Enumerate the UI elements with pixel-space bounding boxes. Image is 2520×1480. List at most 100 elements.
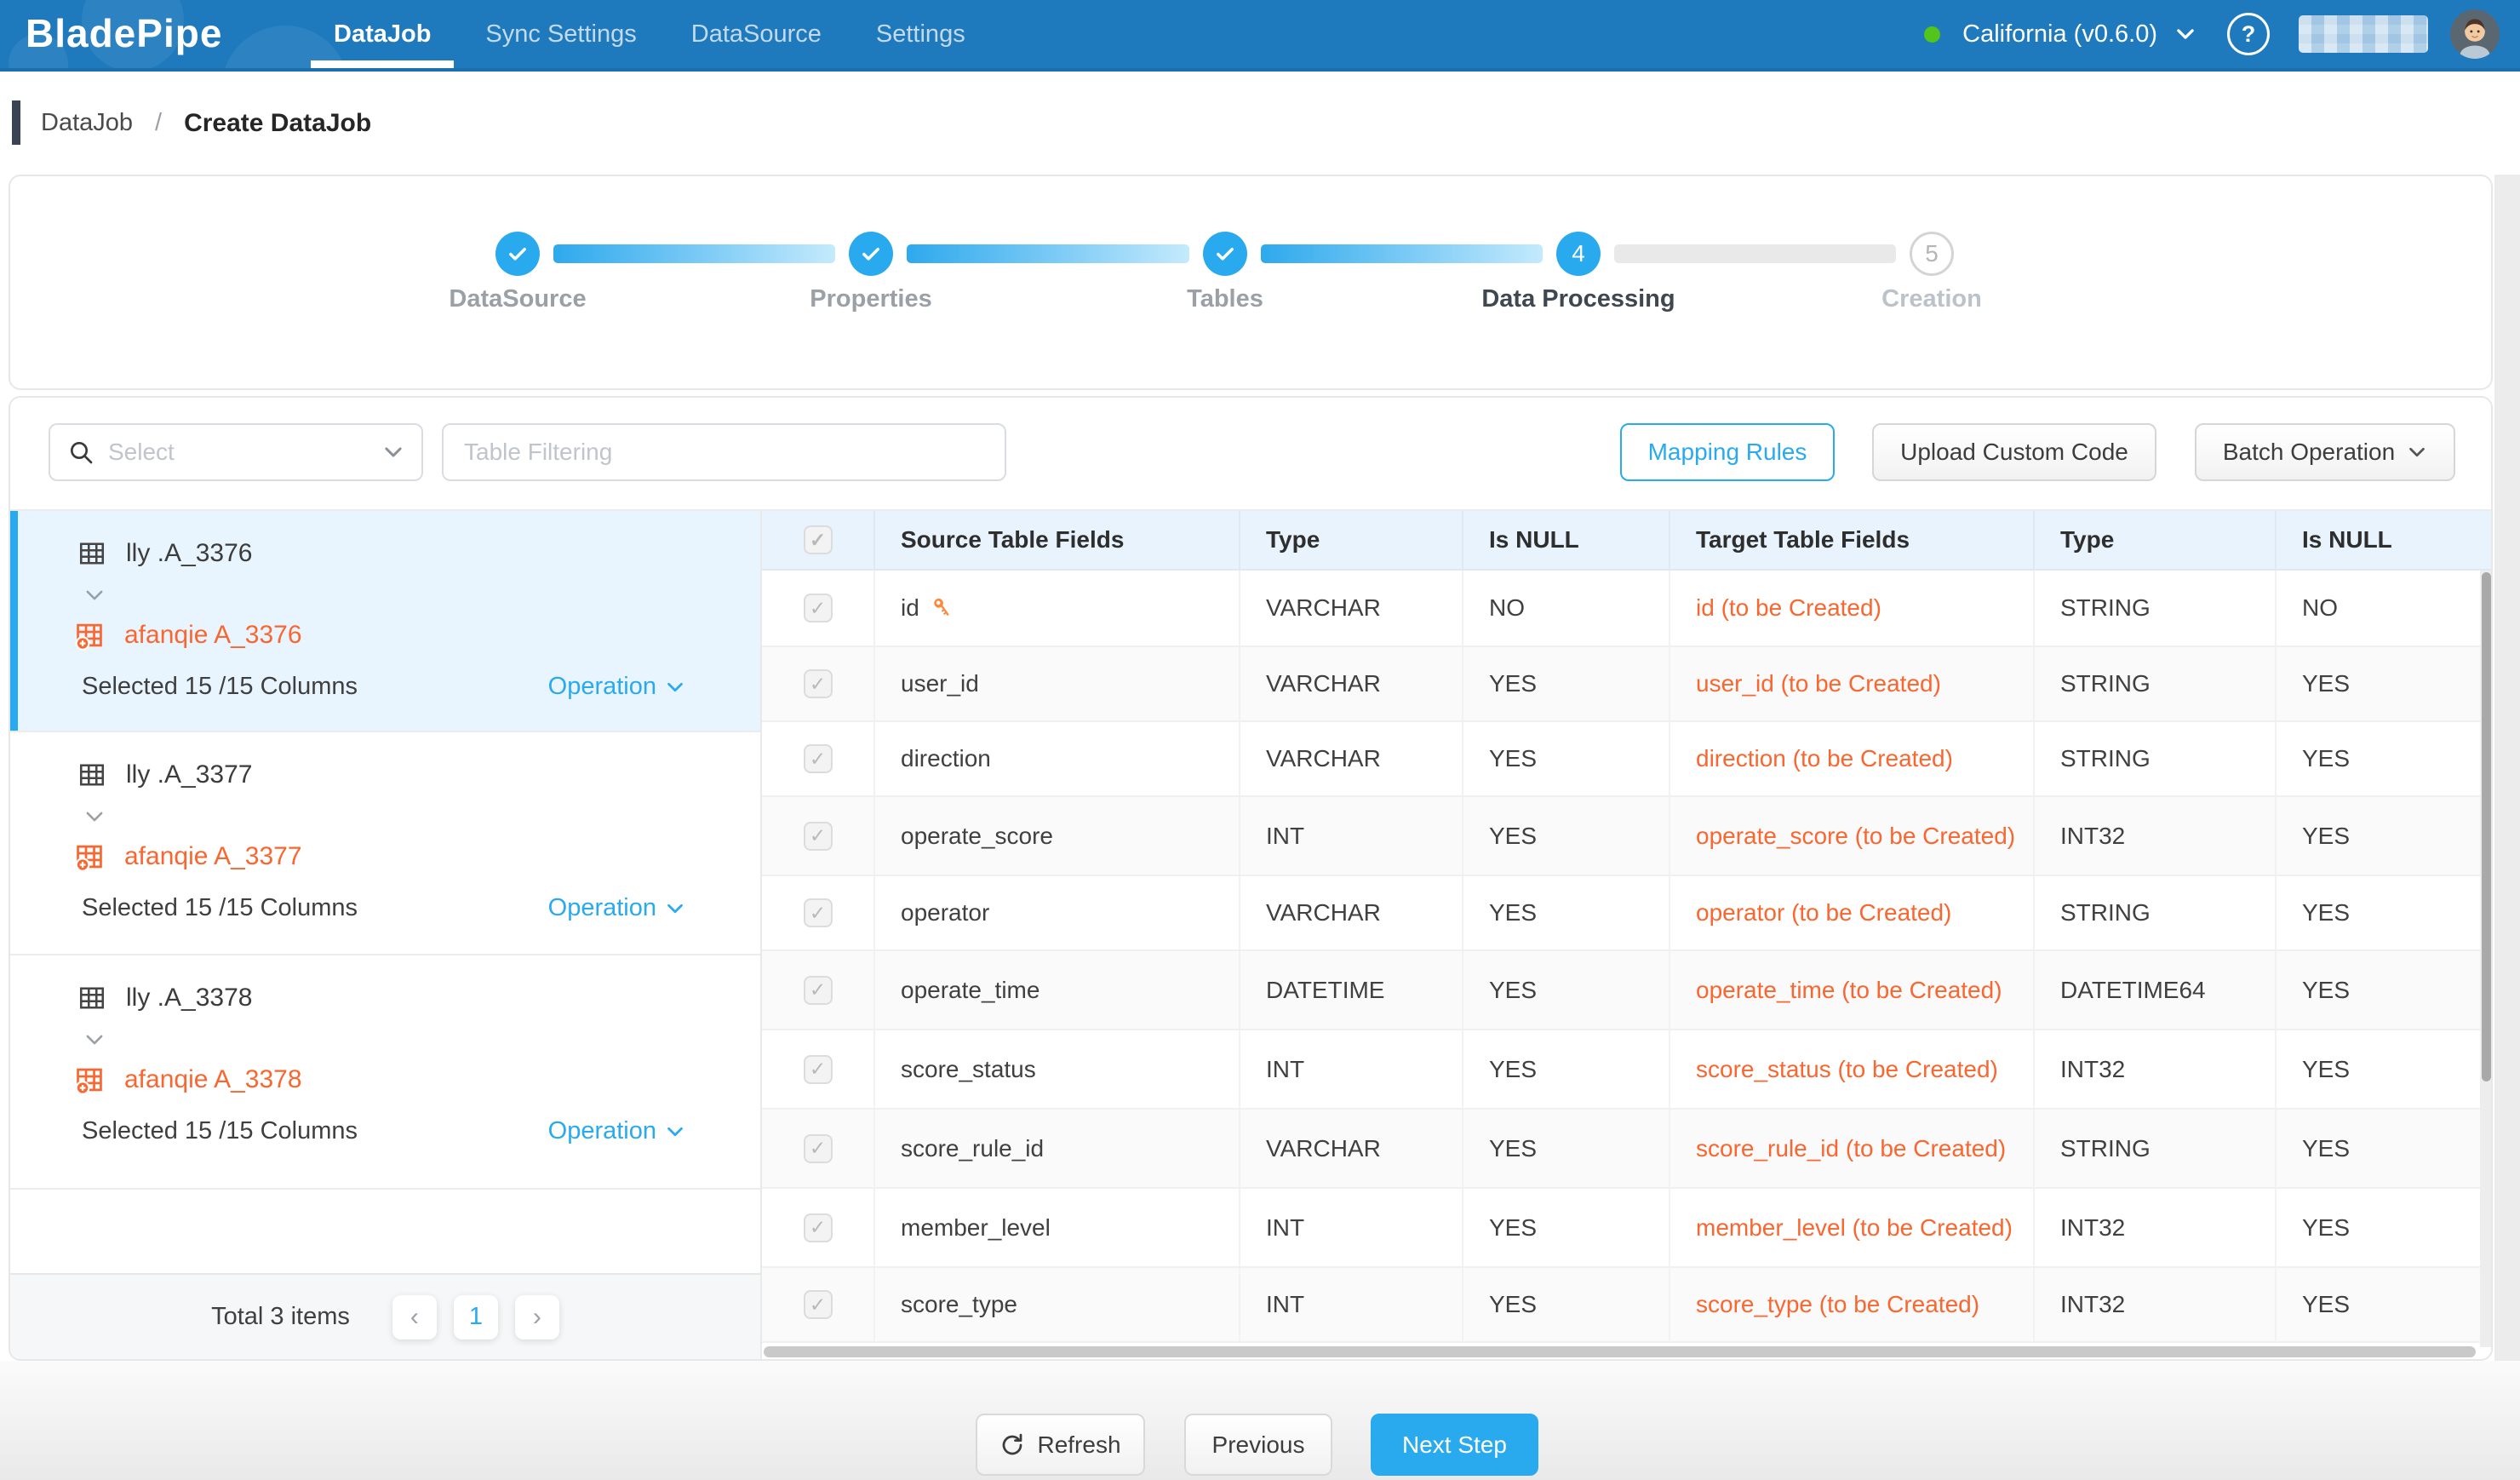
next-step-label: Next Step (1402, 1431, 1507, 1459)
source-isnull-cell: YES (1463, 1030, 1670, 1108)
item-meta-row: Selected 15 /15 Columns Operation (82, 894, 685, 922)
previous-label: Previous (1212, 1431, 1305, 1459)
row-select-cell: ✓ (762, 722, 875, 795)
step-label-tables: Tables (1046, 285, 1404, 313)
table-list-item[interactable]: lly .A_3376 afanqie A_3376 Selected 15 /… (10, 511, 760, 732)
chevron-down-icon[interactable] (2174, 23, 2196, 45)
target-isnull-cell: YES (2277, 1189, 2493, 1266)
horizontal-scrollbar-thumb[interactable] (764, 1346, 2476, 1357)
table-list-item[interactable]: lly .A_3378 afanqie A_3378 Selected 15 /… (10, 955, 760, 1190)
table-select-dropdown[interactable]: Select (49, 423, 423, 481)
row-checkbox[interactable]: ✓ (804, 744, 833, 773)
upload-custom-code-button[interactable]: Upload Custom Code (1872, 423, 2156, 481)
target-field-cell: id (to be Created) (1670, 571, 2035, 645)
step-number: 4 (1572, 240, 1585, 267)
batch-operation-label: Batch Operation (2223, 439, 2395, 466)
row-checkbox[interactable]: ✓ (804, 1055, 833, 1084)
target-isnull-cell-text: YES (2302, 745, 2350, 772)
breadcrumb-current: Create DataJob (184, 109, 371, 138)
chevron-down-icon[interactable] (82, 806, 760, 828)
row-checkbox[interactable]: ✓ (804, 1134, 833, 1163)
target-isnull-cell: YES (2277, 647, 2493, 720)
chevron-down-icon (665, 1121, 685, 1142)
pagination-prev-button[interactable]: ‹ (392, 1295, 437, 1339)
target-table-name: afanqie A_3378 (124, 1065, 302, 1094)
user-avatar[interactable] (2450, 9, 2500, 59)
table-filter-input[interactable] (442, 423, 1006, 481)
pagination-next-button[interactable]: › (515, 1295, 559, 1339)
target-isnull-cell: YES (2277, 1110, 2493, 1187)
row-checkbox[interactable]: ✓ (804, 822, 833, 851)
next-step-button[interactable]: Next Step (1371, 1414, 1538, 1476)
refresh-label: Refresh (1037, 1431, 1120, 1459)
row-checkbox[interactable]: ✓ (804, 1290, 833, 1319)
chevron-down-icon[interactable] (82, 584, 760, 606)
breadcrumb-items: DataJob / Create DataJob (41, 72, 371, 175)
refresh-button[interactable]: Refresh (976, 1414, 1145, 1476)
source-field-cell: direction (875, 722, 1240, 795)
chevron-down-icon[interactable] (82, 1029, 760, 1051)
help-icon[interactable]: ? (2227, 13, 2270, 55)
source-field-cell: operate_time (875, 951, 1240, 1029)
mapping-rules-button[interactable]: Mapping Rules (1620, 423, 1835, 481)
upload-custom-code-label: Upload Custom Code (1900, 439, 2128, 466)
chevron-down-icon (665, 677, 685, 697)
nav-tab-sync-settings[interactable]: Sync Settings (485, 0, 636, 68)
target-isnull-cell-text: YES (2302, 899, 2350, 926)
source-isnull-cell: YES (1463, 1268, 1670, 1341)
vertical-scrollbar-thumb[interactable] (2482, 572, 2491, 1081)
check-icon (859, 242, 883, 266)
source-isnull-cell-text: YES (1489, 1135, 1537, 1162)
step-label-datasource: DataSource (339, 285, 696, 313)
row-checkbox[interactable]: ✓ (804, 594, 833, 622)
previous-button[interactable]: Previous (1184, 1414, 1332, 1476)
source-field-cell-text: operate_score (901, 823, 1053, 850)
environment-label[interactable]: California (v0.6.0) (1962, 20, 2157, 49)
row-checkbox[interactable]: ✓ (804, 669, 833, 698)
operation-label: Operation (548, 1117, 656, 1145)
target-type-cell: STRING (2035, 1110, 2277, 1187)
table-toolbar: Select Mapping Rules Upload Custom Code … (10, 398, 2491, 511)
selected-columns-text: Selected 15 /15 Columns (82, 894, 358, 922)
target-isnull-cell-text: YES (2302, 1214, 2350, 1242)
source-isnull-cell: NO (1463, 571, 1670, 645)
target-isnull-cell: YES (2277, 1030, 2493, 1108)
field-row: ✓score_typeINTYESscore_type (to be Creat… (762, 1268, 2493, 1343)
source-field-cell-text: operate_time (901, 977, 1040, 1004)
select-all-checkbox[interactable]: ✓ (804, 525, 833, 554)
source-type-cell: VARCHAR (1240, 647, 1463, 720)
breadcrumb-parent[interactable]: DataJob (41, 109, 133, 137)
batch-operation-button[interactable]: Batch Operation (2195, 423, 2455, 481)
item-meta-row: Selected 15 /15 Columns Operation (82, 673, 685, 701)
operation-dropdown[interactable]: Operation (548, 894, 685, 922)
target-type-cell-text: DATETIME64 (2060, 977, 2206, 1004)
source-field-cell: user_id (875, 647, 1240, 720)
row-checkbox[interactable]: ✓ (804, 898, 833, 927)
target-field-cell: score_rule_id (to be Created) (1670, 1110, 2035, 1187)
nav-tab-datajob[interactable]: DataJob (334, 0, 431, 68)
source-field-cell: score_type (875, 1268, 1240, 1341)
chevron-down-icon (665, 898, 685, 919)
row-checkbox[interactable]: ✓ (804, 1213, 833, 1242)
table-list-item[interactable]: lly .A_3377 afanqie A_3377 Selected 15 /… (10, 732, 760, 955)
target-field-cell-text: score_status (to be Created) (1696, 1052, 1998, 1087)
target-type-cell: STRING (2035, 722, 2277, 795)
source-field-cell-text: id (901, 594, 919, 622)
pagination-page-1[interactable]: 1 (454, 1295, 498, 1339)
target-isnull-cell: YES (2277, 1268, 2493, 1341)
target-type-cell: STRING (2035, 876, 2277, 949)
source-field-cell-text: score_status (901, 1056, 1036, 1083)
nav-tab-datasource[interactable]: DataSource (691, 0, 822, 68)
source-isnull-cell-text: NO (1489, 594, 1525, 622)
header-target-fields: Target Table Fields (1670, 511, 2035, 569)
source-type-cell: INT (1240, 1189, 1463, 1266)
operation-dropdown[interactable]: Operation (548, 1117, 685, 1145)
step-progress-bar (907, 244, 1189, 263)
source-type-cell-text: INT (1266, 1291, 1304, 1318)
nav-tab-settings[interactable]: Settings (876, 0, 965, 68)
target-table-icon (73, 1064, 106, 1096)
target-isnull-cell-text: YES (2302, 1135, 2350, 1162)
target-isnull-cell: YES (2277, 876, 2493, 949)
row-checkbox[interactable]: ✓ (804, 976, 833, 1005)
operation-dropdown[interactable]: Operation (548, 673, 685, 701)
